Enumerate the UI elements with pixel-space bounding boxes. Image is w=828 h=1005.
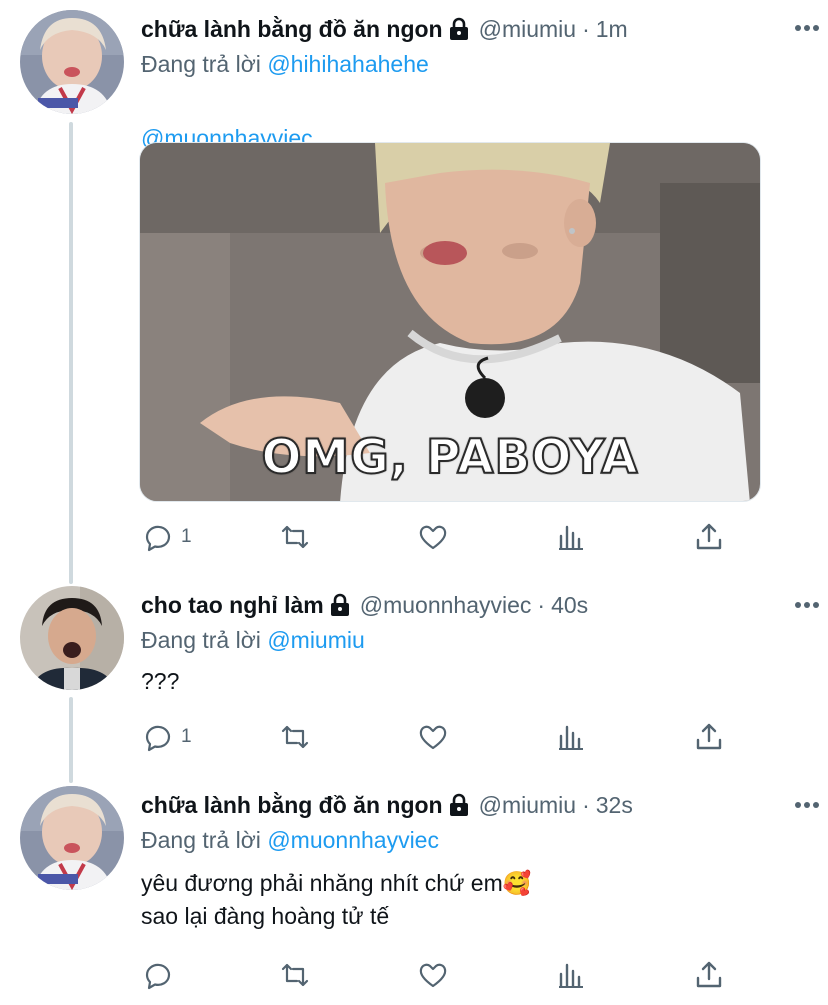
avatar[interactable] — [20, 10, 124, 114]
lock-icon — [449, 17, 468, 40]
timestamp[interactable]: 32s — [596, 792, 633, 819]
reply-icon — [145, 963, 171, 990]
tweet-3[interactable]: chữa lành bằng đồ ăn ngon @miumiu · 32s … — [0, 775, 828, 1005]
reply-button[interactable]: 1 — [141, 717, 192, 757]
handle[interactable]: @miumiu — [479, 16, 576, 43]
retweet-icon — [281, 963, 309, 987]
analytics-icon — [559, 725, 583, 750]
separator: · — [582, 15, 590, 42]
analytics-button[interactable] — [555, 717, 587, 757]
tweet-actions: 1 — [141, 517, 731, 557]
share-button[interactable] — [693, 517, 725, 557]
like-icon — [419, 525, 447, 550]
handle[interactable]: @miumiu — [479, 792, 576, 819]
reply-to-mention[interactable]: @muonnhayviec — [267, 827, 439, 853]
lock-icon — [330, 593, 349, 616]
replying-to-label: Đang trả lời — [141, 51, 261, 77]
like-icon — [419, 963, 447, 988]
timestamp[interactable]: 40s — [551, 592, 588, 619]
share-button[interactable] — [693, 955, 725, 995]
reply-to-mention[interactable]: @miumiu — [267, 627, 364, 653]
separator: · — [537, 591, 546, 618]
timestamp[interactable]: 1m — [596, 16, 628, 43]
tweet-actions: 1 — [141, 717, 731, 757]
tweet-1[interactable]: chữa lành bằng đồ ăn ngon @miumiu · 1m Đ… — [0, 0, 828, 575]
tweet-actions — [141, 955, 731, 995]
avatar[interactable] — [20, 586, 124, 690]
share-icon — [696, 723, 722, 750]
replying-to-label: Đang trả lời — [141, 627, 261, 653]
retweet-button[interactable] — [279, 717, 311, 757]
analytics-icon — [559, 525, 583, 550]
like-icon — [419, 725, 447, 750]
share-icon — [696, 523, 722, 550]
like-button[interactable] — [417, 717, 449, 757]
retweet-icon — [281, 725, 309, 749]
tweet-text: ??? — [141, 668, 180, 694]
retweet-button[interactable] — [279, 955, 311, 995]
more-icon[interactable] — [794, 24, 820, 32]
like-button[interactable] — [417, 517, 449, 557]
display-name[interactable]: cho tao nghỉ làm — [141, 592, 324, 619]
display-name[interactable]: chữa lành bằng đồ ăn ngon — [141, 792, 443, 819]
analytics-button[interactable] — [555, 955, 587, 995]
tweet-media[interactable]: OMG, PABOYA — [139, 142, 761, 502]
replying-to: Đang trả lời @hihihahahehe — [141, 47, 808, 81]
analytics-icon — [559, 963, 583, 988]
reply-to-mention[interactable]: @hihihahahehe — [267, 51, 428, 77]
avatar[interactable] — [20, 786, 124, 890]
reply-button[interactable]: 1 — [141, 517, 192, 557]
tweet-2[interactable]: cho tao nghỉ làm @muonnhayviec · 40s Đan… — [0, 575, 828, 770]
share-icon — [696, 961, 722, 988]
share-button[interactable] — [693, 717, 725, 757]
retweet-button[interactable] — [279, 517, 311, 557]
display-name[interactable]: chữa lành bằng đồ ăn ngon — [141, 16, 443, 43]
separator: · — [582, 791, 590, 818]
handle[interactable]: @muonnhayviec — [360, 592, 532, 619]
reply-count: 1 — [181, 526, 192, 547]
replying-to: Đang trả lời @muonnhayviec — [141, 823, 808, 857]
reply-button[interactable] — [141, 955, 181, 995]
reply-icon — [145, 525, 171, 552]
analytics-button[interactable] — [555, 517, 587, 557]
lock-icon — [449, 793, 468, 816]
meme-caption: OMG, PABOYA — [260, 429, 639, 486]
like-button[interactable] — [417, 955, 449, 995]
retweet-icon — [281, 525, 309, 549]
reply-count: 1 — [181, 726, 192, 747]
replying-to: Đang trả lời @miumiu — [141, 623, 808, 657]
more-icon[interactable] — [794, 801, 820, 809]
tweet-text: yêu đương phải nhăng nhít chứ em🥰 sao lạ… — [141, 870, 532, 929]
replying-to-label: Đang trả lời — [141, 827, 261, 853]
reply-icon — [145, 725, 171, 752]
more-icon[interactable] — [794, 601, 820, 609]
